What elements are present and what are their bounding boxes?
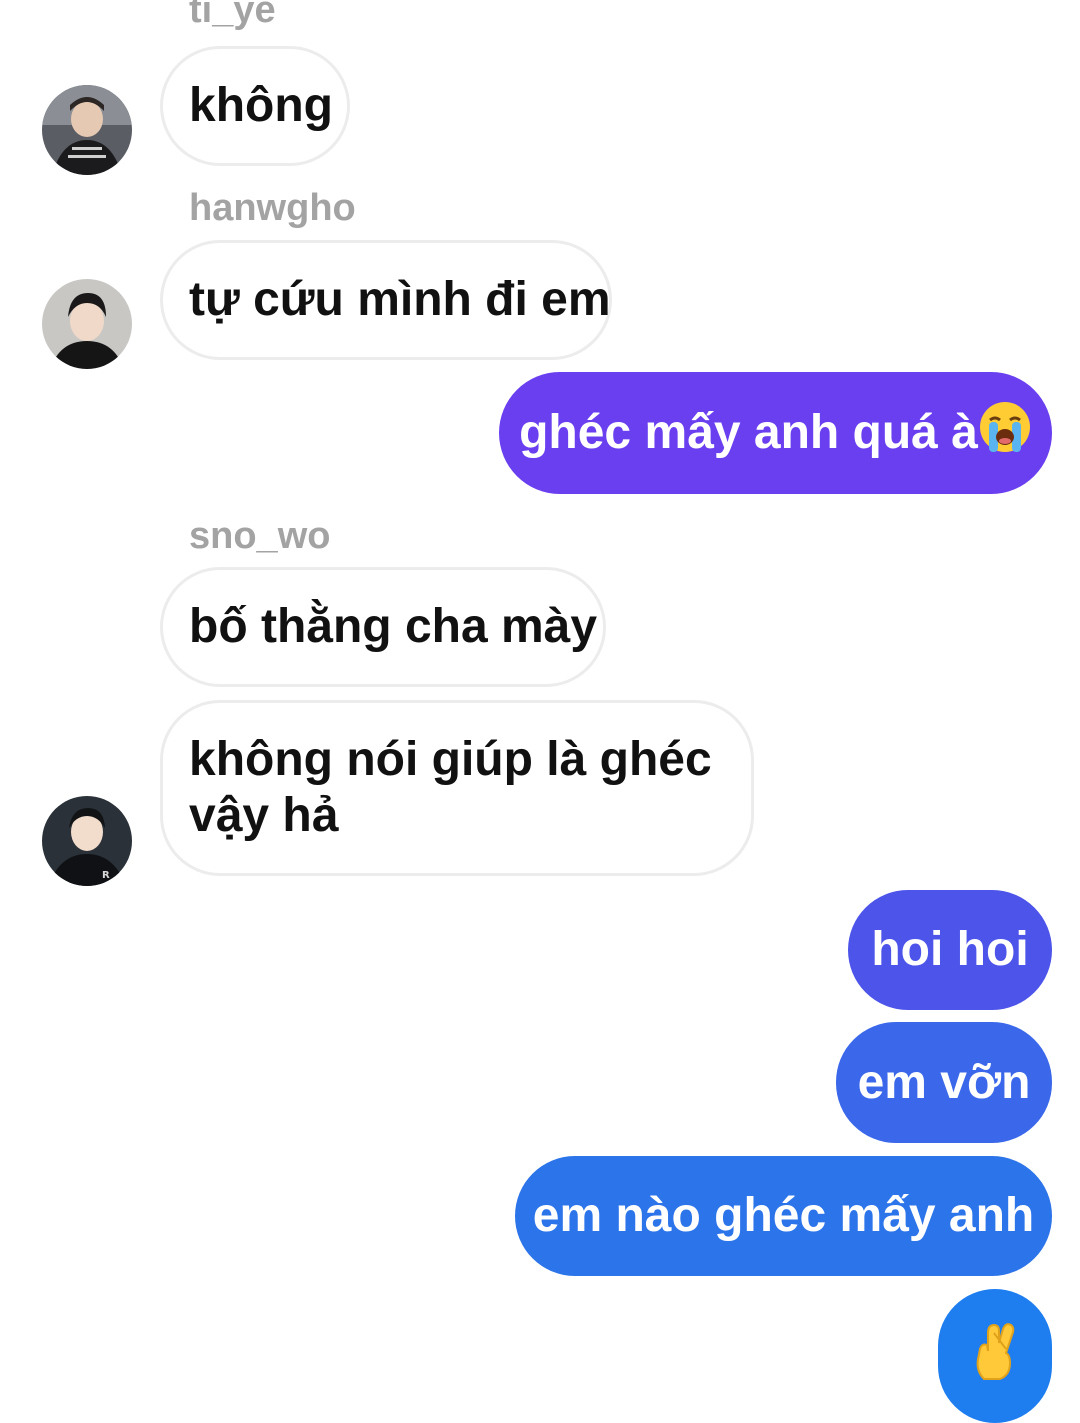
crossed-fingers-icon — [970, 1319, 1020, 1394]
sender-name: ti_ye — [189, 0, 276, 31]
message-bubble[interactable]: em nào ghéc mấy anh — [515, 1156, 1052, 1276]
message-text: em vỡn — [857, 1055, 1031, 1109]
avatar[interactable] — [42, 85, 132, 175]
message-bubble[interactable]: hoi hoi — [848, 890, 1052, 1010]
message-bubble[interactable]: không — [160, 46, 350, 166]
svg-text:R: R — [102, 870, 110, 881]
message-bubble[interactable]: tự cứu mình đi em — [160, 240, 612, 360]
message-bubble[interactable]: không nói giúp là ghéc vậy hả — [160, 700, 754, 876]
message-bubble[interactable]: em vỡn — [836, 1022, 1052, 1143]
message-text: bố thằng cha mày — [189, 600, 598, 653]
avatar[interactable] — [42, 279, 132, 369]
message-text: hoi hoi — [871, 923, 1029, 976]
message-bubble[interactable] — [938, 1289, 1052, 1423]
message-text: tự cứu mình đi em — [189, 273, 611, 326]
message-bubble[interactable]: bố thằng cha mày — [160, 567, 606, 687]
loudly-crying-face-icon — [978, 400, 1032, 467]
message-text-line: không nói giúp là ghéc — [189, 733, 712, 786]
sender-name: sno_wo — [189, 515, 331, 557]
sender-name: hanwgho — [189, 187, 356, 229]
message-text: em nào ghéc mấy anh — [532, 1189, 1035, 1242]
message-text-line: vậy hả — [189, 789, 339, 842]
message-bubble[interactable]: ghéc mấy anh quá à — [499, 372, 1052, 494]
avatar[interactable]: R — [42, 796, 132, 886]
message-text: ghéc mấy anh quá à — [519, 406, 978, 459]
message-text: không — [189, 79, 333, 132]
